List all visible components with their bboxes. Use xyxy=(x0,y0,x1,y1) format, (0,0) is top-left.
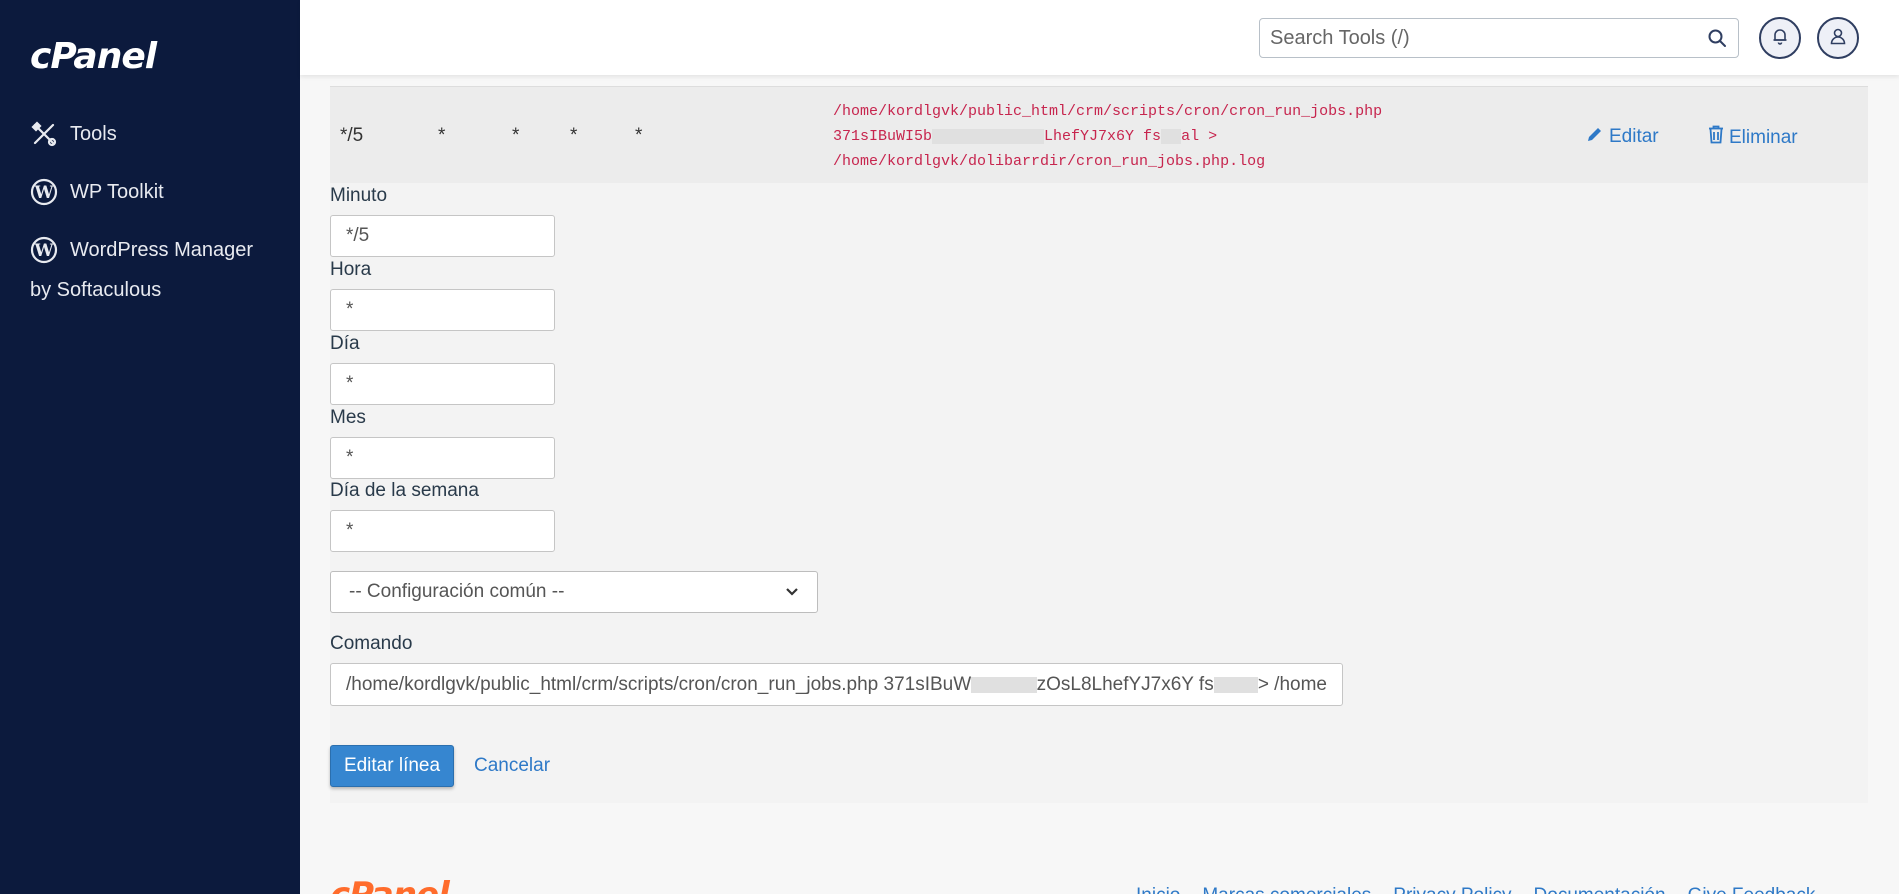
minute-label: Minuto xyxy=(330,185,388,206)
wordpress-icon: W xyxy=(30,236,58,264)
cron-day: * xyxy=(512,125,520,146)
sidebar-item-label: WP Toolkit xyxy=(70,180,164,203)
cancel-link[interactable]: Cancelar xyxy=(474,755,550,777)
trash-icon xyxy=(1708,125,1724,150)
footer-link-home[interactable]: Inicio xyxy=(1136,885,1180,894)
svg-text:W: W xyxy=(33,183,54,203)
cron-job-row: */5 * * * * /home/kordlgvk/public_html/c… xyxy=(330,86,1868,183)
search-input[interactable] xyxy=(1270,26,1706,50)
day-input[interactable] xyxy=(330,363,555,405)
cron-minute: */5 xyxy=(340,125,364,146)
delete-cron-button[interactable]: Eliminar xyxy=(1708,125,1798,150)
top-header xyxy=(300,0,1899,75)
user-icon xyxy=(1829,27,1847,50)
redacted-text xyxy=(932,128,1045,144)
weekday-input[interactable] xyxy=(330,510,555,552)
cron-command-line: /home/kordlgvk/public_html/crm/scripts/c… xyxy=(833,103,1383,120)
footer-link-privacy[interactable]: Privacy Policy xyxy=(1393,885,1511,894)
edit-cron-form xyxy=(330,183,1868,803)
footer-link-docs[interactable]: Documentación xyxy=(1534,885,1666,894)
sidebar-item-subtext[interactable]: by Softaculous xyxy=(30,279,161,302)
footer-links: Inicio Marcas comerciales Privacy Policy… xyxy=(1136,885,1815,894)
cron-command: /home/kordlgvk/public_html/crm/scripts/c… xyxy=(833,99,1382,174)
hour-label: Hora xyxy=(330,259,372,280)
minute-input[interactable] xyxy=(330,215,555,257)
month-input[interactable] xyxy=(330,437,555,479)
weekday-label: Día de la semana xyxy=(330,480,479,501)
edit-cron-button[interactable]: Editar xyxy=(1586,125,1659,149)
day-label: Día xyxy=(330,333,360,354)
edit-label: Editar xyxy=(1609,126,1659,147)
cron-month: * xyxy=(570,125,578,146)
sidebar-item-label: WordPress Manager xyxy=(70,238,254,261)
redacted-text xyxy=(1213,676,1258,693)
command-input[interactable]: /home/kordlgvk/public_html/crm/scripts/c… xyxy=(330,663,1343,706)
notifications-button[interactable] xyxy=(1759,17,1801,59)
bell-icon xyxy=(1771,27,1789,50)
search-box[interactable] xyxy=(1259,18,1739,58)
edit-line-button[interactable]: Editar línea xyxy=(330,745,454,787)
sidebar-item-tools[interactable]: Tools xyxy=(30,120,117,148)
sidebar-item-wp-toolkit[interactable]: W WP Toolkit xyxy=(30,178,164,206)
cron-hour: * xyxy=(438,125,446,146)
chevron-down-icon xyxy=(785,581,799,603)
hour-input[interactable] xyxy=(330,289,555,331)
cron-weekday: * xyxy=(635,125,643,146)
common-settings-select[interactable]: -- Configuración común -- xyxy=(330,571,818,613)
redacted-text xyxy=(1161,128,1182,144)
footer-link-trademarks[interactable]: Marcas comerciales xyxy=(1202,885,1371,894)
sidebar: cPanel Tools W WP Toolkit W WordPress Ma… xyxy=(0,0,300,894)
cron-command-line: 371sIBuWI5b LhefYJ7x6Y fs al > xyxy=(833,128,1218,145)
redacted-text xyxy=(971,676,1037,693)
sidebar-item-wordpress-manager[interactable]: W WordPress Manager xyxy=(30,236,253,264)
footer-link-feedback[interactable]: Give Feedback xyxy=(1688,885,1816,894)
search-icon[interactable] xyxy=(1706,27,1728,49)
cron-command-line: /home/kordlgvk/dolibarrdir/cron_run_jobs… xyxy=(833,153,1266,170)
command-label: Comando xyxy=(330,633,413,654)
delete-label: Eliminar xyxy=(1729,126,1798,148)
footer-cpanel-logo[interactable]: cPanel xyxy=(330,875,450,894)
svg-text:W: W xyxy=(33,241,54,261)
user-menu-button[interactable] xyxy=(1817,17,1859,59)
sidebar-item-label: Tools xyxy=(70,122,117,145)
common-settings-value: -- Configuración común -- xyxy=(349,581,565,602)
tools-icon xyxy=(30,120,58,148)
month-label: Mes xyxy=(330,407,366,428)
pencil-icon xyxy=(1586,125,1604,149)
wordpress-icon: W xyxy=(30,178,58,206)
cpanel-logo[interactable]: cPanel xyxy=(30,36,157,77)
